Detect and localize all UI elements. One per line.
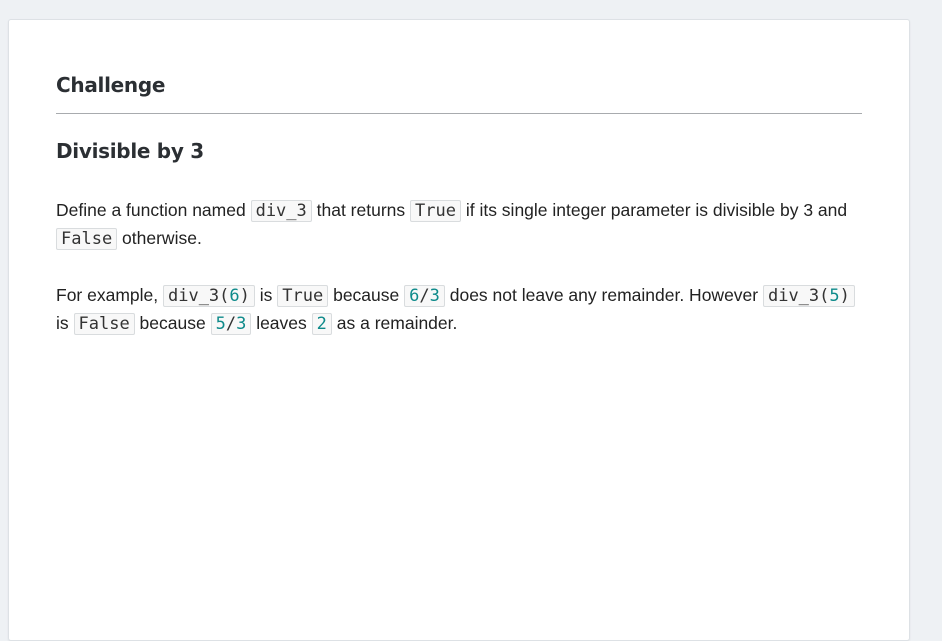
division-code: 5/3 xyxy=(210,313,252,335)
problem-description: Define a function named div_3 that retur… xyxy=(56,197,862,253)
text: Define a function named xyxy=(56,200,251,220)
text: because xyxy=(134,313,211,333)
function-name-code: div_3 xyxy=(250,200,312,222)
text: that returns xyxy=(311,200,411,220)
challenge-content: Challenge Divisible by 3 Define a functi… xyxy=(56,20,862,338)
section-divider xyxy=(56,113,862,114)
text: leaves xyxy=(251,313,312,333)
text: does not leave any remainder. However xyxy=(444,285,763,305)
text: is xyxy=(56,313,74,333)
false-code: False xyxy=(56,228,118,250)
problem-example: For example, div_3(6) is True because 6/… xyxy=(56,282,862,338)
division-code: 6/3 xyxy=(404,285,445,307)
section-title: Challenge xyxy=(56,73,166,97)
text: For example, xyxy=(56,285,163,305)
example-call-code: div_3(5) xyxy=(762,285,855,307)
text: if its single integer parameter is divis… xyxy=(460,200,848,220)
true-code: True xyxy=(410,200,461,222)
text: as a remainder. xyxy=(331,313,458,333)
problem-title: Divisible by 3 xyxy=(56,139,204,163)
true-code: True xyxy=(277,285,329,307)
text: is xyxy=(254,285,278,305)
text: otherwise. xyxy=(117,228,202,248)
challenge-card: Challenge Divisible by 3 Define a functi… xyxy=(8,19,910,641)
false-code: False xyxy=(73,313,135,335)
text: because xyxy=(328,285,405,305)
example-call-code: div_3(6) xyxy=(162,285,255,307)
remainder-code: 2 xyxy=(311,313,332,335)
